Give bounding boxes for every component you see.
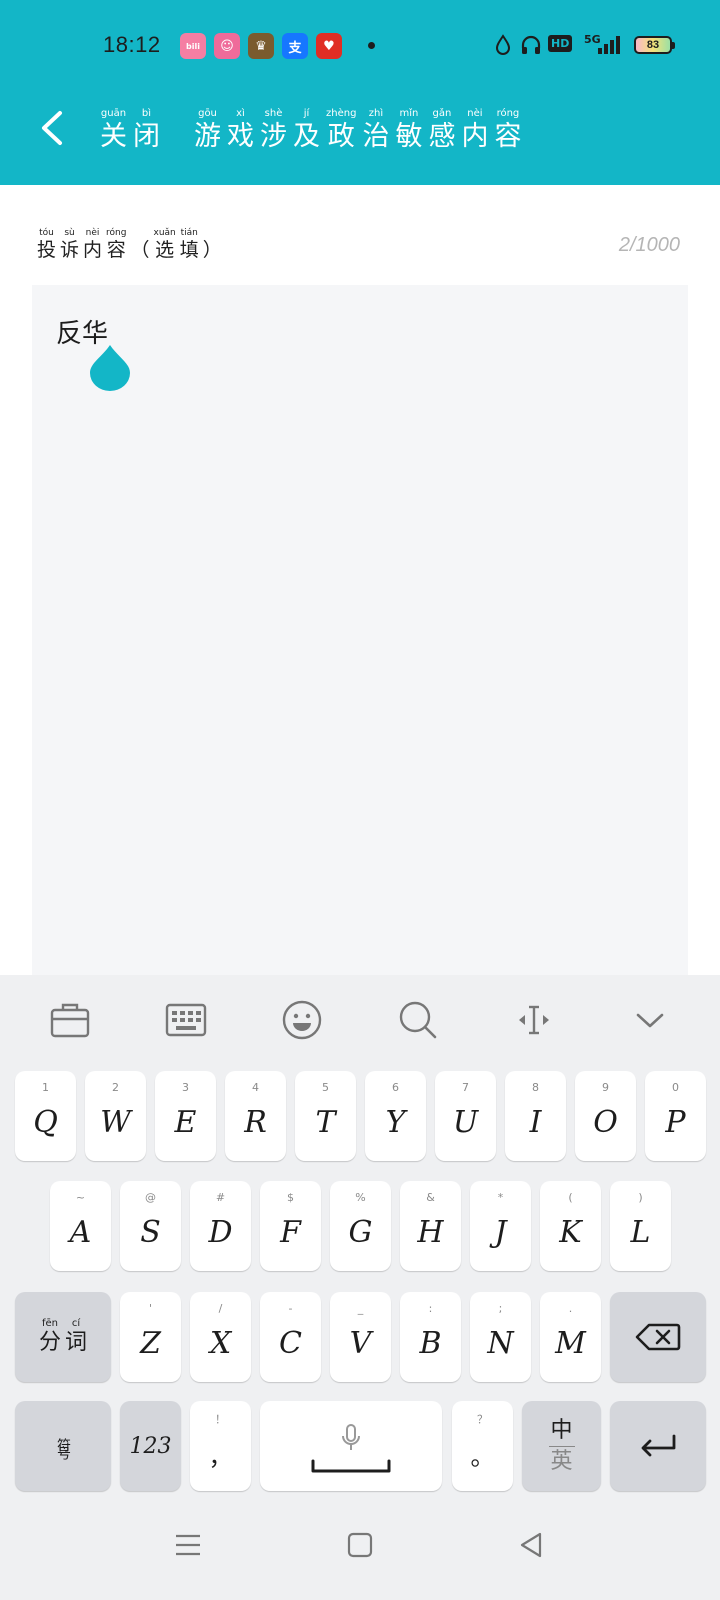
key-n[interactable]: ; N bbox=[470, 1292, 531, 1382]
cursor-move-icon[interactable] bbox=[511, 997, 557, 1043]
space-bar-icon bbox=[311, 1459, 391, 1473]
back-arrow-icon[interactable] bbox=[34, 108, 70, 148]
key-x[interactable]: / X bbox=[190, 1292, 251, 1382]
emoji-icon[interactable] bbox=[279, 997, 325, 1043]
pinduoduo-icon: ♥ bbox=[316, 33, 342, 59]
page-title-char: xì 戏 bbox=[227, 108, 254, 152]
key-o[interactable]: 9O bbox=[575, 1071, 636, 1161]
period-key[interactable]: ？ 。 bbox=[452, 1401, 513, 1491]
key-g[interactable]: % G bbox=[330, 1181, 391, 1271]
headphones-icon bbox=[521, 35, 541, 54]
pink-app-icon: ☺ bbox=[214, 33, 240, 59]
page-title-char: zhì 治 bbox=[362, 108, 390, 152]
key-a[interactable]: ~ A bbox=[50, 1181, 111, 1271]
key-k[interactable]: (K bbox=[540, 1181, 601, 1271]
page-title-char: róng 容 bbox=[494, 108, 522, 152]
key-i[interactable]: 8I bbox=[505, 1071, 566, 1161]
key-c[interactable]: -C bbox=[260, 1292, 321, 1382]
key-f[interactable]: $ F bbox=[260, 1181, 321, 1271]
key-j[interactable]: * J bbox=[470, 1181, 531, 1271]
page-title-char: mǐn 敏 bbox=[395, 108, 423, 152]
key-e[interactable]: 3E bbox=[155, 1071, 216, 1161]
key-q[interactable]: 1Q bbox=[15, 1071, 76, 1161]
backspace-icon bbox=[635, 1323, 681, 1351]
key-t[interactable]: 5T bbox=[295, 1071, 356, 1161]
page-title-char: zhèng 政 bbox=[326, 108, 357, 152]
collapse-keyboard-icon[interactable] bbox=[627, 997, 673, 1043]
status-bar: 18:12 bili ☺ ♛ 支 ♥ HD 5G 83 bbox=[0, 0, 720, 92]
toolbox-icon[interactable] bbox=[47, 997, 93, 1043]
keyboard-toolbar bbox=[0, 975, 720, 1065]
recent-apps-icon[interactable] bbox=[172, 1529, 204, 1561]
enter-icon bbox=[641, 1434, 676, 1457]
key-w[interactable]: 2W bbox=[85, 1071, 146, 1161]
complaint-content-label: tóu 投 sù 诉 nèi 内 róng 容 （ xuǎn 选 tián 填 ） bbox=[37, 228, 222, 261]
key-h[interactable]: & H bbox=[400, 1181, 461, 1271]
notification-dot bbox=[368, 42, 375, 49]
symbols-key[interactable]: 符号 bbox=[15, 1401, 111, 1491]
battery-indicator: 83 bbox=[634, 36, 675, 54]
key-m[interactable]: .M bbox=[540, 1292, 601, 1382]
enter-key[interactable] bbox=[610, 1401, 706, 1491]
home-icon[interactable] bbox=[344, 1529, 376, 1561]
keyboard-layout-icon[interactable] bbox=[163, 997, 209, 1043]
key-l[interactable]: ) L bbox=[610, 1181, 671, 1271]
language-switch-key[interactable]: 中 英 bbox=[522, 1401, 601, 1491]
data-saver-icon bbox=[495, 34, 511, 55]
microphone-icon bbox=[342, 1424, 360, 1450]
status-time: 18:12 bbox=[103, 32, 161, 57]
page-title-char: nèi 内 bbox=[461, 108, 489, 152]
page-title-char: shè 涉 bbox=[260, 108, 287, 152]
key-r[interactable]: 4R bbox=[225, 1071, 286, 1161]
back-nav-icon[interactable] bbox=[516, 1529, 548, 1561]
space-key[interactable] bbox=[260, 1401, 442, 1491]
page-title-char: gōu 游 bbox=[194, 108, 221, 152]
key-p[interactable]: 0P bbox=[645, 1071, 706, 1161]
key-s[interactable]: @ S bbox=[120, 1181, 181, 1271]
header-title-row: guān 关 bì 闭 gōu 游 xì 戏 shè 涉 jí 及 zhèng 政 zhì… bbox=[100, 104, 527, 154]
key-b[interactable]: :B bbox=[400, 1292, 461, 1382]
app-header: 18:12 bili ☺ ♛ 支 ♥ HD 5G 83 guān 关 bì 闭 … bbox=[0, 0, 720, 185]
character-counter: 2/1000 bbox=[618, 234, 680, 256]
close-button-char[interactable]: bì 闭 bbox=[133, 108, 160, 154]
system-nav-bar bbox=[0, 1495, 720, 1600]
numbers-key[interactable]: 123 bbox=[120, 1401, 181, 1491]
key-v[interactable]: _ V bbox=[330, 1292, 391, 1382]
key-d[interactable]: # D bbox=[190, 1181, 251, 1271]
complaint-text-input[interactable]: 反华 bbox=[32, 285, 688, 975]
game-app-icon: ♛ bbox=[248, 33, 274, 59]
search-icon[interactable] bbox=[395, 997, 441, 1043]
alipay-icon: 支 bbox=[282, 33, 308, 59]
signal-icon bbox=[598, 36, 620, 54]
key-y[interactable]: 6Y bbox=[365, 1071, 426, 1161]
key-z[interactable]: ' Z bbox=[120, 1292, 181, 1382]
cursor-handle-icon[interactable] bbox=[90, 343, 130, 391]
close-button[interactable]: guān 关 bbox=[100, 108, 127, 154]
bilibili-icon: bili bbox=[180, 33, 206, 59]
backspace-key[interactable] bbox=[610, 1292, 706, 1382]
comma-key[interactable]: ！ ， bbox=[190, 1401, 251, 1491]
word-segment-key[interactable]: fēn 分 cí 词 bbox=[15, 1292, 111, 1382]
key-u[interactable]: 7U bbox=[435, 1071, 496, 1161]
page-title-char: gǎn 感 bbox=[428, 108, 456, 152]
soft-keyboard: 1Q 2W 3E 4R 5T 6Y 7U 8I 9O 0P ~ A @ S # D $… bbox=[0, 975, 720, 1600]
page-title-char: jí 及 bbox=[293, 108, 320, 152]
hd-icon: HD bbox=[548, 35, 573, 52]
